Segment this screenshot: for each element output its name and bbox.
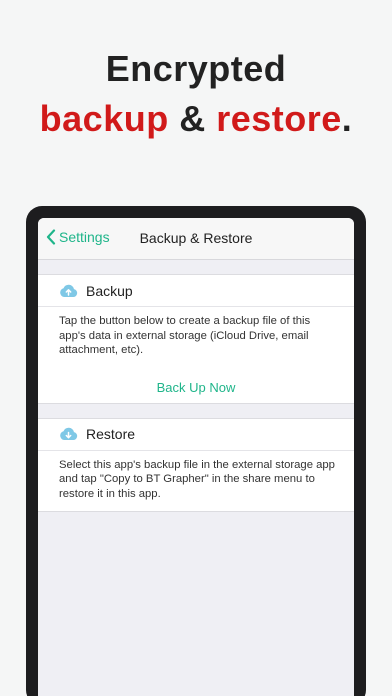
back-up-now-button[interactable]: Back Up Now [38,368,354,403]
restore-section-title: Restore [86,426,136,442]
navigation-bar: Settings Backup & Restore [38,218,354,260]
headline-line-2: backup & restore. [0,94,392,144]
headline-word-backup: backup [39,98,169,139]
page-title: Backup & Restore [139,230,253,246]
restore-section: Restore Select this app's backup file in… [38,417,354,512]
promo-headline: Encrypted backup & restore. [0,44,392,144]
backup-section-title: Backup [86,282,133,299]
restore-section-header: Restore [38,419,354,451]
app-screen: Settings Backup & Restore Backup Tap the… [38,218,354,696]
headline-period: . [341,98,353,139]
cloud-download-icon [60,427,78,440]
headline-line-1: Encrypted [105,48,287,89]
backup-section-header: Backup [38,275,354,307]
headline-word-restore: restore [216,98,342,139]
restore-description: Select this app's backup file in the ext… [59,458,335,500]
headline-ampersand: & [168,98,217,139]
tablet-frame: Settings Backup & Restore Backup Tap the… [26,206,366,696]
cloud-upload-icon [60,284,78,297]
backup-section: Backup Tap the button below to create a … [38,274,354,404]
backup-description: Tap the button below to create a backup … [59,315,311,356]
